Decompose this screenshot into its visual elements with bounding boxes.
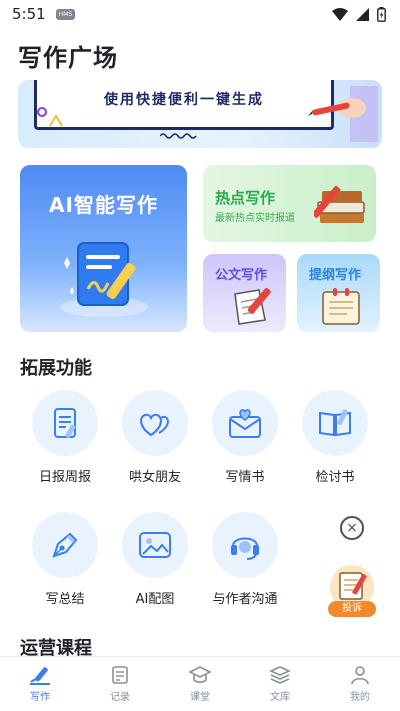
notebook-icon [322,288,360,325]
nav-tab-classroom[interactable]: 课堂 [160,657,240,711]
feature-label: 检讨书 [315,470,355,485]
official-writing-card[interactable]: 公文写作 [203,254,286,332]
library-icon [269,666,291,684]
nav-tab-library[interactable]: 文库 [240,657,320,711]
battery-icon [377,6,386,22]
record-icon [112,666,128,684]
feature-label: 哄女朋友 [128,470,181,485]
profile-icon [351,666,369,685]
nav-label: 记录 [110,692,130,703]
feature-love-letter[interactable]: 写情书 [205,390,285,485]
outline-writing-card[interactable]: 提纲写作 [297,254,380,332]
banner-slogan: 使用快捷便利一键生成 [104,92,264,108]
ai-writing-card[interactable]: AI智能写作 [20,165,187,332]
status-bar: 5:51 HMS [0,0,400,28]
hot-writing-card[interactable]: 热点写作 最新热点实时报道 [203,165,376,242]
wave-decoration-icon [160,133,197,139]
feature-label: 写情书 [225,470,265,485]
write-icon [30,667,50,685]
headset-icon [212,512,278,578]
status-time: 5:51 [12,5,46,23]
outline-writing-title: 提纲写作 [309,268,362,283]
fountain-pen-icon [32,512,98,578]
feature-label: 写总结 [45,592,85,607]
nav-label: 文库 [270,692,290,703]
feature-ai-illustration[interactable]: AI配图 [115,512,195,607]
hot-writing-subtitle: 最新热点实时报道 [215,213,295,224]
nav-tab-write[interactable]: 写作 [0,657,80,711]
cellular-icon [356,7,369,21]
wifi-icon [332,7,348,21]
hot-writing-title: 热点写作 [215,189,276,207]
hms-badge: HMS [55,8,76,20]
nav-label: 我的 [350,692,370,703]
page-title: 写作广场 [18,44,118,72]
image-icon [122,512,188,578]
pencil-hand-icon [308,86,378,142]
feature-coax-girlfriend[interactable]: 哄女朋友 [115,390,195,485]
star-decoration-icon [37,107,63,127]
status-indicators [332,6,386,22]
love-letter-icon [212,390,278,456]
document-pen-icon [60,242,148,317]
close-float-button[interactable]: × [340,516,364,540]
feature-label: 与作者沟通 [212,592,278,607]
report-icon [32,390,98,456]
bottom-navigation: 写作 记录 课堂 文库 我的 [0,656,400,711]
banner-board: 使用快捷便利一键生成 [34,80,334,130]
nav-tab-records[interactable]: 记录 [80,657,160,711]
nav-tab-profile[interactable]: 我的 [320,657,400,711]
close-icon: × [346,520,358,536]
feature-write-summary[interactable]: 写总结 [25,512,105,607]
complain-label: 投诉 [328,601,376,617]
book-pen-icon [302,390,368,456]
extensions-section-title: 拓展功能 [20,358,92,379]
feature-label: 日报周报 [38,470,91,485]
classroom-icon [189,666,211,684]
feature-daily-weekly-report[interactable]: 日报周报 [25,390,105,485]
nav-label: 课堂 [190,692,210,703]
complain-float-button[interactable]: 投诉 [325,563,379,619]
ai-writing-title: AI智能写作 [49,193,158,217]
hearts-icon [122,390,188,456]
official-writing-title: 公文写作 [215,268,268,283]
feature-contact-author[interactable]: 与作者沟通 [205,512,285,607]
books-pencil-icon [314,185,365,223]
feature-self-criticism[interactable]: 检讨书 [295,390,375,485]
nav-label: 写作 [30,692,50,703]
promo-banner[interactable]: 使用快捷便利一键生成 [18,80,382,148]
paper-pencil-icon [234,287,271,325]
feature-label: AI配图 [135,592,175,607]
